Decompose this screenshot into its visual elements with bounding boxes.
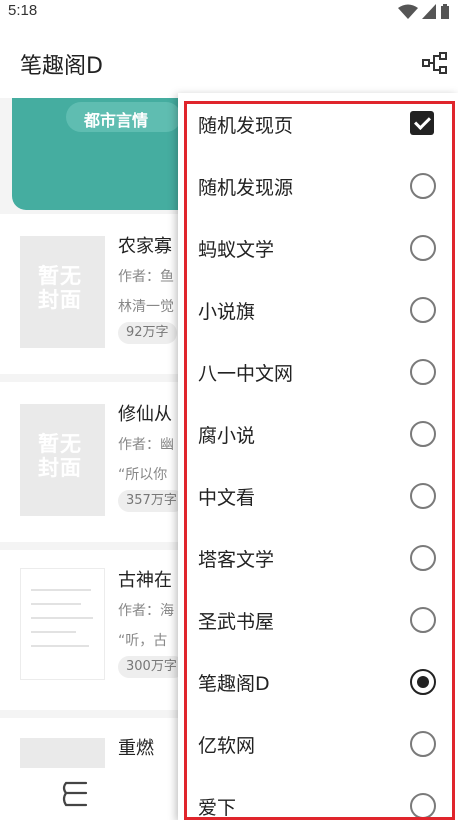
menu-item-source[interactable]: 八一中文网: [178, 341, 458, 403]
radio-button: [410, 793, 436, 819]
menu-item-random-discover-source[interactable]: 随机发现源: [178, 155, 458, 217]
menu-item-label: 随机发现源: [198, 177, 294, 199]
book-word-count: 92万字: [118, 322, 177, 344]
radio-button: [410, 235, 436, 261]
source-menu: 随机发现页 随机发现源 蚂蚁文学 小说旗 八一中文网 腐小说 中文看 塔客文学 …: [178, 93, 458, 820]
wifi-icon: [398, 4, 418, 19]
cover-placeholder-text: 暂无封面: [38, 264, 82, 312]
menu-item-label: 蚂蚁文学: [198, 239, 275, 261]
book-author: 作者：海: [118, 603, 174, 619]
source-tree-icon: [422, 52, 447, 74]
book-author: 作者：鱼: [118, 269, 174, 285]
radio-button: [410, 483, 436, 509]
cover-line: [31, 603, 81, 605]
cover-line: [31, 631, 76, 633]
book-description: “所以你: [118, 467, 168, 483]
app-bar: 笔趣阁D: [0, 24, 458, 98]
book-title: 农家寡: [118, 236, 172, 257]
menu-item-source[interactable]: 塔客文学: [178, 527, 458, 589]
menu-item-label: 塔客文学: [198, 549, 275, 571]
radio-button: [410, 359, 436, 385]
menu-item-label: 小说旗: [198, 301, 256, 323]
menu-item-source[interactable]: 中文看: [178, 465, 458, 527]
book-word-count: 300万字: [118, 656, 185, 678]
menu-item-label: 随机发现页: [198, 115, 294, 137]
menu-item-label: 中文看: [198, 487, 256, 509]
menu-item-label: 笔趣阁D: [198, 673, 270, 695]
status-icons: [398, 4, 450, 20]
status-time: 5:18: [8, 2, 38, 19]
book-title: 古神在: [118, 570, 172, 591]
status-bar: 5:18: [0, 0, 458, 24]
book-cover: [20, 568, 105, 680]
menu-item-label: 腐小说: [198, 425, 256, 447]
menu-item-radio[interactable]: [410, 483, 436, 509]
menu-item-label: 爱下: [198, 797, 237, 819]
menu-item-radio[interactable]: [410, 173, 436, 199]
book-description: “听，古: [118, 633, 168, 649]
menu-item-source[interactable]: 亿软网: [178, 713, 458, 775]
menu-item-source[interactable]: 圣武书屋: [178, 589, 458, 651]
book-word-count: 357万字: [118, 490, 185, 512]
menu-item-checkbox[interactable]: [410, 111, 436, 137]
radio-button: [410, 607, 436, 633]
battery-icon: [441, 4, 449, 19]
book-author: 作者：幽: [118, 437, 174, 453]
banner-label: 都市言情: [84, 111, 149, 130]
menu-item-radio[interactable]: [410, 607, 436, 633]
menu-item-source[interactable]: 腐小说: [178, 403, 458, 465]
menu-item-radio[interactable]: [410, 421, 436, 447]
menu-item-source[interactable]: 小说旗: [178, 279, 458, 341]
bottom-nav: [0, 768, 190, 820]
menu-item-radio[interactable]: [410, 669, 436, 695]
book-description: 林清一觉: [118, 299, 174, 315]
menu-item-radio[interactable]: [410, 235, 436, 261]
signal-icon: [422, 4, 436, 19]
menu-item-label: 圣武书屋: [198, 611, 275, 633]
book-row[interactable]: 暂无封面 修仙从 作者：幽 “所以你 357万字: [0, 382, 190, 542]
book-cover: 暂无封面: [20, 236, 105, 348]
book-row[interactable]: 暂无封面 农家寡 作者：鱼 林清一觉 92万字: [0, 214, 190, 374]
menu-item-source[interactable]: 爱下: [178, 775, 458, 820]
menu-item-label: 八一中文网: [198, 363, 294, 385]
menu-item-radio[interactable]: [410, 297, 436, 323]
menu-item-radio[interactable]: [410, 793, 436, 819]
cover-line: [31, 645, 89, 647]
book-row[interactable]: 重燃: [0, 718, 190, 768]
radio-button: [410, 173, 436, 199]
menu-item-radio[interactable]: [410, 545, 436, 571]
cover-placeholder-text: 暂无封面: [38, 432, 82, 480]
radio-button: [410, 731, 436, 757]
book-cover: [20, 738, 105, 768]
app-title: 笔趣阁D: [20, 54, 103, 79]
menu-item-radio[interactable]: [410, 731, 436, 757]
radio-button: [410, 421, 436, 447]
cover-line: [31, 589, 91, 591]
book-cover: 暂无封面: [20, 404, 105, 516]
book-row[interactable]: 古神在 作者：海 “听，古 300万字: [0, 550, 190, 710]
menu-item-source-selected[interactable]: 笔趣阁D: [178, 651, 458, 713]
menu-item-radio[interactable]: [410, 359, 436, 385]
menu-item-random-discover-page[interactable]: 随机发现页: [178, 93, 458, 155]
checkbox-checked: [410, 111, 434, 135]
source-tree-button[interactable]: [420, 50, 450, 76]
radio-button: [410, 297, 436, 323]
radio-button: [410, 545, 436, 571]
cover-line: [31, 617, 93, 619]
bookshelf-icon[interactable]: [60, 780, 92, 808]
menu-item-label: 亿软网: [198, 735, 256, 757]
book-title: 重燃: [118, 738, 154, 759]
book-title: 修仙从: [118, 404, 172, 425]
menu-item-source[interactable]: 蚂蚁文学: [178, 217, 458, 279]
radio-button-selected: [410, 669, 436, 695]
